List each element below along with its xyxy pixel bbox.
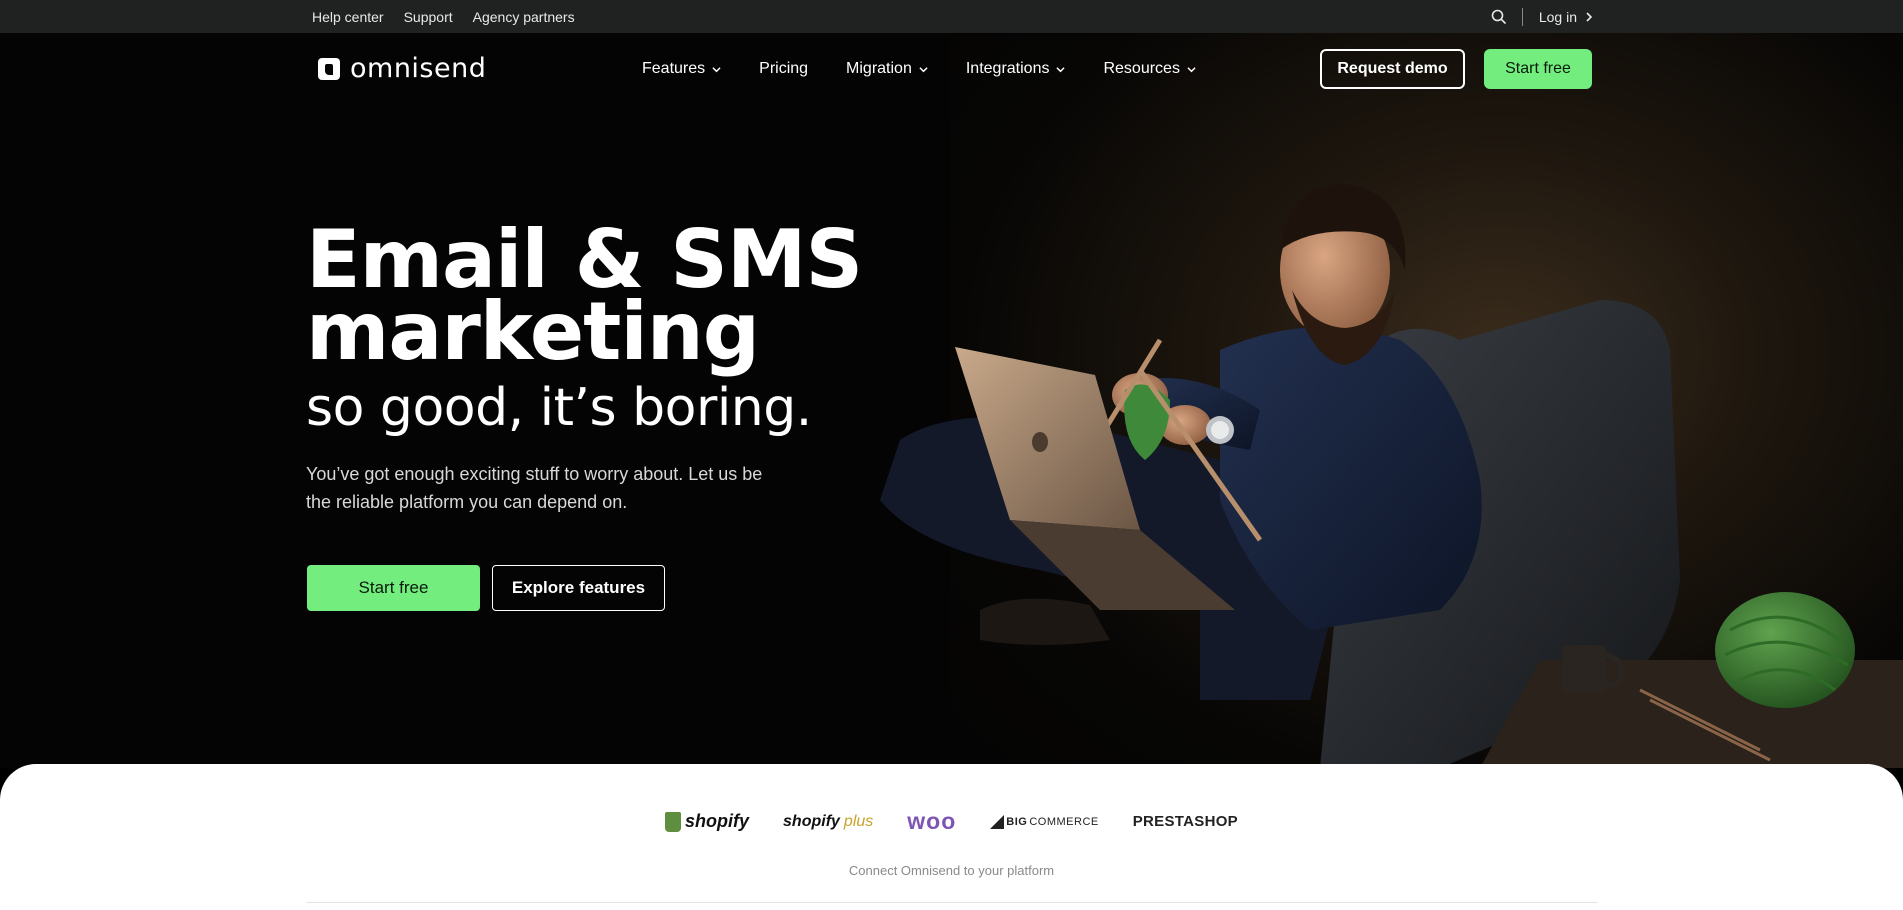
logo-text: omnisend xyxy=(350,53,487,84)
bigcommerce-commerce: COMMERCE xyxy=(1029,815,1099,828)
explore-features-button[interactable]: Explore features xyxy=(492,565,665,611)
help-center-link[interactable]: Help center xyxy=(312,9,384,25)
chevron-down-icon xyxy=(712,66,721,72)
bigcommerce-logo[interactable]: BIG COMMERCE xyxy=(990,814,1099,829)
agency-partners-link[interactable]: Agency partners xyxy=(473,9,575,25)
woo-logo[interactable]: woo xyxy=(907,808,956,835)
shopify-plus-logo[interactable]: shopify plus xyxy=(783,813,873,831)
section-divider xyxy=(306,902,1598,903)
utility-bar: Help center Support Agency partners Log … xyxy=(0,0,1903,33)
bigcommerce-big: BIG xyxy=(1006,815,1028,828)
nav-item-label: Pricing xyxy=(759,60,809,77)
shopify-plus-suffix: plus xyxy=(843,812,874,830)
shopify-wordmark: shopify xyxy=(685,811,750,831)
main-nav: omnisend Features Pricing Migration Inte… xyxy=(0,33,1903,105)
utility-divider xyxy=(1521,7,1523,26)
chevron-down-icon xyxy=(919,66,928,72)
chevron-right-icon xyxy=(1586,11,1593,22)
hero-lead-text: You’ve got enough exciting stuff to worr… xyxy=(306,464,763,512)
platforms-panel xyxy=(0,764,1903,910)
nav-item-migration[interactable]: Migration xyxy=(846,60,928,78)
support-link[interactable]: Support xyxy=(404,9,453,25)
shopify-plus-wordmark: shopify xyxy=(783,812,840,830)
hero-headline: Email & SMS marketing xyxy=(306,220,863,378)
chevron-down-icon xyxy=(1187,66,1196,72)
bigcommerce-triangle-icon xyxy=(990,814,1005,829)
nav-item-label: Integrations xyxy=(965,60,1050,77)
shopify-bag-icon xyxy=(665,811,682,832)
login-link[interactable]: Log in xyxy=(1539,9,1593,25)
start-free-hero-button[interactable]: Start free xyxy=(307,565,480,611)
nav-item-integrations[interactable]: Integrations xyxy=(966,60,1066,78)
nav-item-resources[interactable]: Resources xyxy=(1103,60,1196,78)
nav-item-label: Features xyxy=(642,60,706,77)
hero-headline-line2: marketing xyxy=(306,285,760,378)
utility-links: Help center Support Agency partners xyxy=(312,0,575,33)
hero-image-man-knitting xyxy=(880,184,1903,768)
prestashop-logo[interactable]: PRESTASHOP xyxy=(1133,813,1238,830)
nav-item-label: Migration xyxy=(846,60,912,77)
nav-item-pricing[interactable]: Pricing xyxy=(759,60,808,78)
utility-right: Log in xyxy=(1490,0,1593,33)
nav-item-label: Resources xyxy=(1103,60,1180,77)
platforms-caption: Connect Omnisend to your platform xyxy=(848,863,1055,878)
nav-menu: Features Pricing Migration Integrations … xyxy=(642,33,1196,105)
chevron-down-icon xyxy=(1056,66,1066,72)
search-icon[interactable] xyxy=(1490,8,1508,26)
nav-item-features[interactable]: Features xyxy=(642,60,721,78)
omnisend-logo-icon xyxy=(318,57,340,80)
request-demo-button[interactable]: Request demo xyxy=(1320,49,1465,89)
shopify-logo[interactable]: shopify xyxy=(665,811,749,832)
start-free-nav-button[interactable]: Start free xyxy=(1484,49,1592,89)
platform-logos: shopify shopify plus woo BIG COMMERCE PRES… xyxy=(0,808,1903,835)
omnisend-logo[interactable]: omnisend xyxy=(318,53,486,84)
hero-subheadline: so good, it’s boring. xyxy=(306,378,812,438)
login-label: Log in xyxy=(1538,8,1577,25)
